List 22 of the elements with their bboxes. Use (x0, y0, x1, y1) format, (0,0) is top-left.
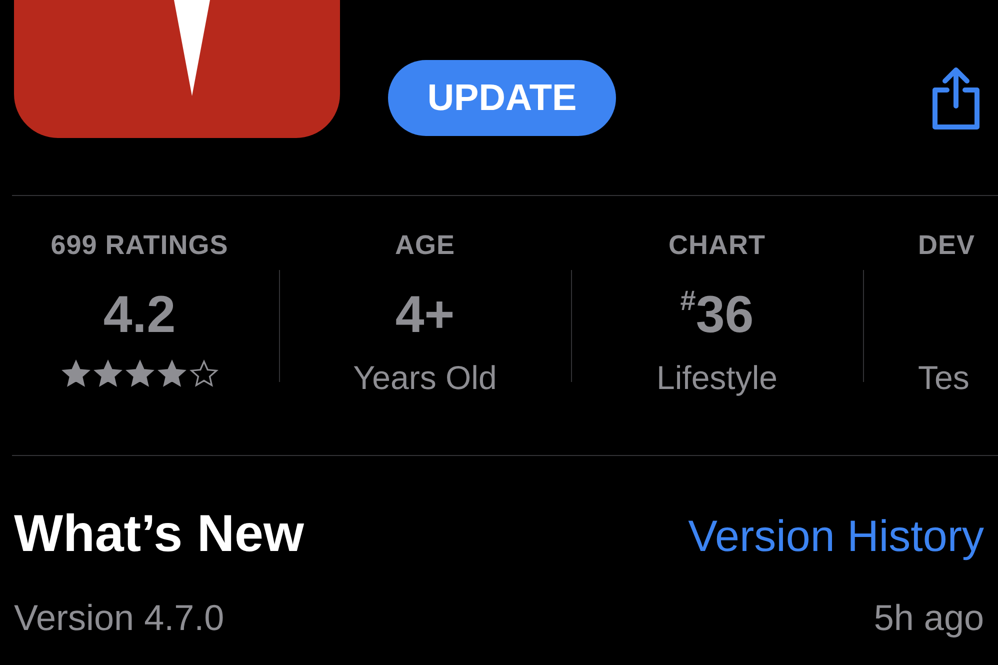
star-filled-icon (124, 359, 154, 389)
info-label: 699 RATINGS (50, 232, 228, 259)
info-caption: Tes (918, 361, 970, 394)
info-value: 4+ (395, 289, 455, 341)
section-title: What’s New (14, 508, 304, 560)
info-label: CHART (668, 232, 766, 259)
version-history-link[interactable]: Version History (688, 515, 984, 559)
version-text: Version 4.7.0 (14, 600, 224, 636)
time-text: 5h ago (874, 600, 984, 636)
info-label: DEV (918, 232, 976, 259)
info-label: AGE (394, 232, 455, 259)
update-button[interactable]: UPDATE (388, 60, 616, 136)
info-caption: Lifestyle (656, 361, 778, 394)
star-empty-icon (188, 359, 218, 389)
star-filled-icon (60, 359, 90, 389)
star-filled-icon (92, 359, 122, 389)
info-value: 4.2 (103, 289, 176, 341)
info-value: $^{#}$36 (680, 289, 754, 341)
app-icon (14, 0, 340, 138)
info-caption: Years Old (353, 361, 497, 394)
star-filled-icon (156, 359, 186, 389)
share-icon[interactable] (930, 66, 982, 130)
